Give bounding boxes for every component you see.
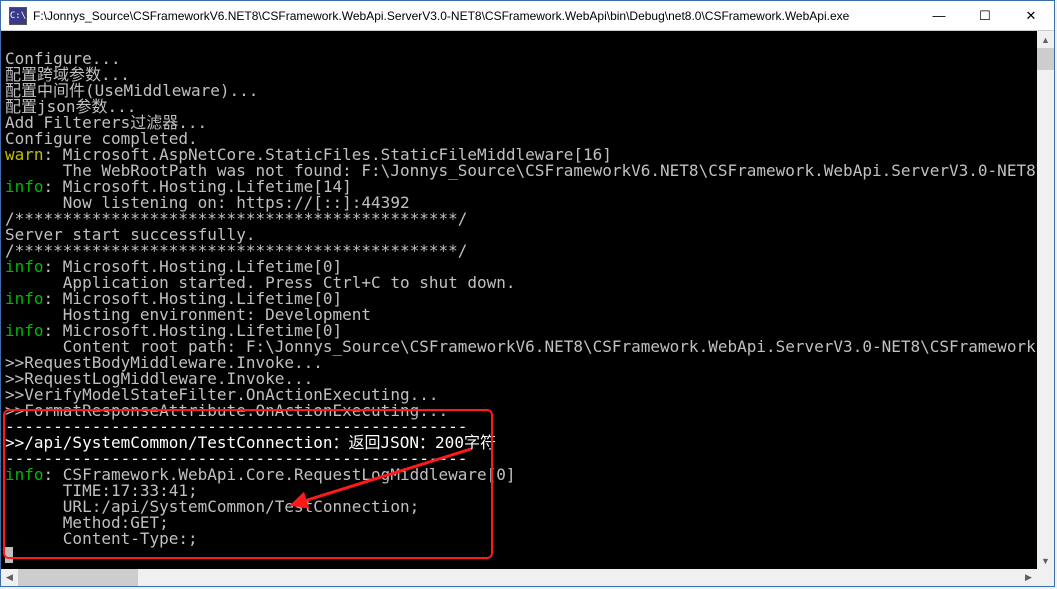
close-button[interactable]: ✕ <box>1008 1 1054 30</box>
window-title: F:\Jonnys_Source\CSFrameworkV6.NET8\CSFr… <box>33 9 916 23</box>
scroll-left-button[interactable]: ◀ <box>1 569 18 586</box>
cursor-line <box>5 545 13 564</box>
vertical-scroll-track[interactable] <box>1037 48 1054 552</box>
minimize-button[interactable]: — <box>916 1 962 30</box>
horizontal-scroll-thumb[interactable] <box>18 569 138 586</box>
vertical-scrollbar[interactable]: ▲ ▼ <box>1037 31 1054 569</box>
app-window: C:\ F:\Jonnys_Source\CSFrameworkV6.NET8\… <box>0 0 1055 587</box>
log-line: Content-Type:; <box>5 529 198 548</box>
app-icon: C:\ <box>9 7 27 25</box>
console-output[interactable]: Configure... 配置跨域参数... 配置中间件(UseMiddlewa… <box>1 31 1054 586</box>
titlebar[interactable]: C:\ F:\Jonnys_Source\CSFrameworkV6.NET8\… <box>1 1 1054 31</box>
scroll-down-button[interactable]: ▼ <box>1037 552 1054 569</box>
horizontal-scrollbar[interactable]: ◀ ▶ <box>1 569 1037 586</box>
cursor <box>5 547 13 563</box>
horizontal-scroll-track[interactable] <box>18 569 1020 586</box>
scroll-up-button[interactable]: ▲ <box>1037 31 1054 48</box>
scroll-right-button[interactable]: ▶ <box>1020 569 1037 586</box>
window-buttons: — ☐ ✕ <box>916 1 1054 30</box>
maximize-button[interactable]: ☐ <box>962 1 1008 30</box>
scrollbar-corner <box>1037 569 1054 586</box>
vertical-scroll-thumb[interactable] <box>1037 48 1054 70</box>
